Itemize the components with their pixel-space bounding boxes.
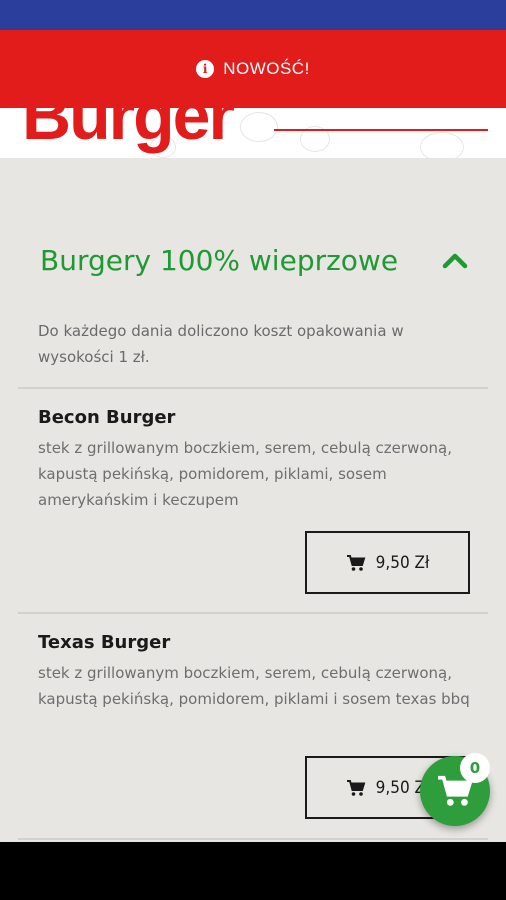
- item-name: Texas Burger: [38, 632, 171, 653]
- item-description: stek z grillowanym boczkiem, serem, cebu…: [38, 439, 452, 509]
- menu-content[interactable]: Burgery 100% wieprzowe Do każdego dania …: [0, 158, 506, 842]
- chevron-up-icon[interactable]: [442, 250, 468, 270]
- section-title: Burgery 100% wieprzowe: [40, 244, 399, 277]
- divider: [18, 387, 488, 389]
- news-banner[interactable]: i NOWOŚĆ!: [0, 30, 506, 108]
- packaging-note: Do każdego dania doliczono koszt opakowa…: [38, 322, 404, 366]
- cart-icon: [346, 554, 365, 571]
- system-nav-bar: [0, 842, 506, 900]
- divider: [18, 838, 488, 840]
- item-description: stek z grillowanym boczkiem, serem, cebu…: [38, 664, 470, 708]
- divider: [18, 612, 488, 614]
- section-header[interactable]: Burgery 100% wieprzowe: [0, 228, 506, 298]
- cart-icon: [346, 779, 365, 796]
- item-name: Becon Burger: [38, 407, 176, 428]
- price-label: 9,50 Zł: [375, 552, 430, 573]
- decorative-doodle: [240, 112, 278, 142]
- info-icon: i: [196, 60, 215, 78]
- hero-header: Burger: [0, 108, 506, 158]
- add-to-cart-button[interactable]: 9,50 Zł: [305, 531, 470, 594]
- cart-count-badge: 0: [460, 753, 490, 783]
- status-bar: [0, 0, 506, 30]
- decorative-doodle: [420, 132, 464, 158]
- hero-title: Burger: [22, 108, 235, 154]
- news-label: NOWOŚĆ!: [223, 59, 310, 78]
- hero-underline: [274, 129, 488, 131]
